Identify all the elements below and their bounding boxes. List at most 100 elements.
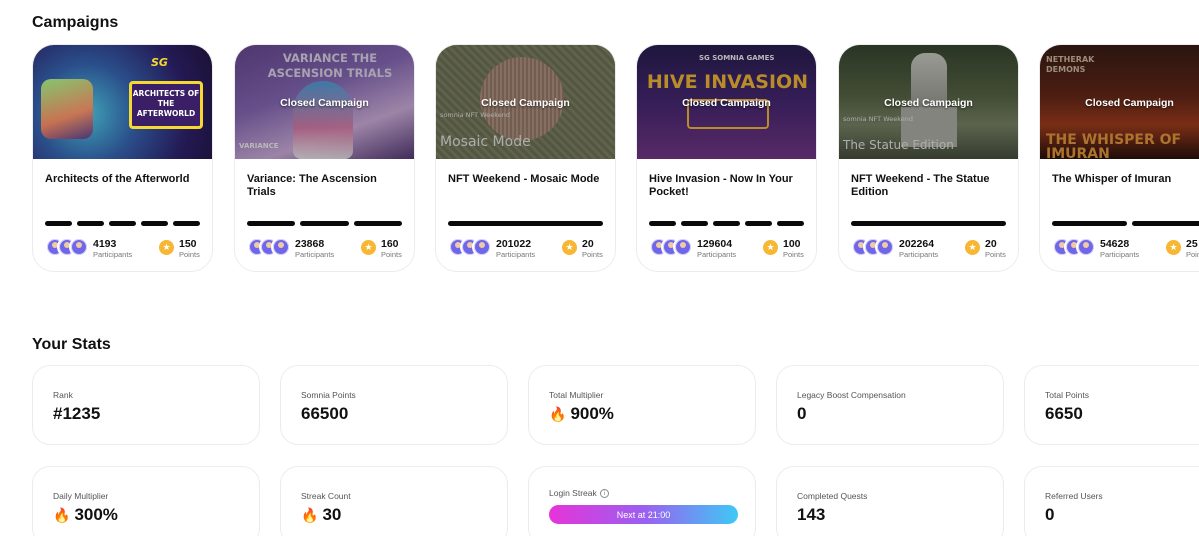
stat-card-daily-multiplier: Daily Multiplier 🔥 300% [32,466,260,536]
info-icon[interactable]: i [599,489,609,499]
points-count: 20 [985,238,997,250]
points-label: Points [582,250,603,259]
closed-campaign-label: Closed Campaign [682,97,771,109]
star-coin-icon: ★ [763,240,778,255]
stat-card-total-multiplier: Total Multiplier 🔥 900% [528,365,756,445]
campaign-image: NETHERAK DEMONS THE WHISPER OF IMURAN Cl… [1040,45,1199,159]
stat-label: Streak Count [301,491,351,501]
stat-label: Total Points [1045,390,1089,400]
star-coin-icon: ★ [361,240,376,255]
campaign-title: Variance: The Ascension Trials [247,173,377,198]
stat-card-total-points: Total Points 6650 [1024,365,1199,445]
progress-segment [77,221,104,226]
participants-label: Participants [697,250,737,259]
fire-icon: 🔥 [53,507,71,523]
stat-value: 0 [797,404,806,424]
campaign-card-hive-invasion[interactable]: HIVE INVASION SG SOMNIA GAMES Closed Cam… [636,44,817,272]
campaign-image: VARIANCE THE ASCENSION TRIALS VARIANCE C… [235,45,414,159]
campaign-footer: 4193 Participants ★ 150 Points [45,237,200,261]
campaign-card-variance[interactable]: VARIANCE THE ASCENSION TRIALS VARIANCE C… [234,44,415,272]
stat-card-completed-quests: Completed Quests 143 [776,466,1004,536]
stat-card-streak-count: Streak Count 🔥 30 [280,466,508,536]
points-count: 160 [381,238,399,250]
rank-value: #1235 [53,404,101,423]
progress-segment [851,221,1006,226]
progress-segment [1132,221,1199,226]
somnia-points-value: 66500 [301,404,349,423]
avatar [271,237,291,257]
campaign-progress [45,221,200,226]
campaign-footer: 23868 Participants ★ 160 Points [247,237,402,261]
campaign-card-mosaic[interactable]: somnia NFT Weekend Mosaic Mode Closed Ca… [435,44,616,272]
avatar [673,237,693,257]
campaign-progress [448,221,603,226]
progress-segment [353,221,402,226]
progress-segment [300,221,349,226]
points-count: 25 [1186,238,1198,250]
participant-avatars [45,237,91,257]
points-label: Points [783,250,804,259]
participant-avatars [851,237,897,257]
stat-card-legacy-boost: Legacy Boost Compensation 0 [776,365,1004,445]
avatar [472,237,492,257]
campaign-progress [247,221,402,226]
campaign-footer: 201022 Participants ★ 20 Points [448,237,603,261]
progress-segment [109,221,136,226]
points-label: Points [381,250,402,259]
sg-logo: SG [151,56,168,69]
total-points-value: 6650 [1045,404,1083,423]
campaign-footer: 129604 Participants ★ 100 Points [649,237,804,261]
fire-icon: 🔥 [549,406,567,422]
participants-label: Participants [295,250,335,259]
campaign-carousel[interactable]: ARCHITECTS OF THE AFTERWORLD SG Architec… [32,44,1199,274]
campaign-progress [649,221,804,226]
participant-avatars [1052,237,1098,257]
closed-campaign-label: Closed Campaign [884,97,973,109]
participant-avatars [448,237,494,257]
login-streak-label: Login Streak [549,488,597,498]
avatar [875,237,895,257]
campaigns-heading: Campaigns [32,14,119,31]
progress-segment [649,221,676,226]
participants-count: 201022 [496,238,532,250]
star-coin-icon: ★ [1166,240,1181,255]
campaign-card-statue[interactable]: somnia NFT Weekend The Statue Edition Cl… [838,44,1019,272]
campaign-progress [1052,221,1199,226]
progress-segment [1052,221,1127,226]
campaign-title: NFT Weekend - The Statue Edition [851,173,990,198]
campaign-title: The Whisper of Imuran [1052,173,1172,185]
stat-label: Total Multiplier [549,390,604,400]
points-label: Points [985,250,1006,259]
stat-value: 🔥 30 [301,505,341,525]
stat-label: Legacy Boost Compensation [797,390,906,400]
daily-multiplier-value: 300% [74,505,118,524]
stat-card-rank: Rank #1235 [32,365,260,445]
streak-count-value: 30 [322,505,342,524]
stat-card-login-streak: Login Streak i Next at 21:00 [528,466,756,536]
campaign-footer: 202264 Participants ★ 20 Points [851,237,1006,261]
campaign-title: Hive Invasion - Now In Your Pocket! [649,173,793,198]
stat-label: Somnia Points [301,390,356,400]
points-count: 150 [179,238,197,250]
stat-value: 6650 [1045,404,1083,424]
participant-avatars [649,237,695,257]
stat-label: Rank [53,390,73,400]
progress-segment [173,221,200,226]
total-multiplier-value: 900% [570,404,614,423]
points-count: 20 [582,238,594,250]
participants-count: 23868 [295,238,325,250]
stat-card-referred-users: Referred Users 0 [1024,466,1199,536]
campaign-progress [851,221,1006,226]
stat-label: Daily Multiplier [53,491,109,501]
star-coin-icon: ★ [562,240,577,255]
stat-value: 🔥 300% [53,505,118,525]
completed-quests-value: 143 [797,505,826,524]
participants-label: Participants [93,250,133,259]
campaign-card-whisper-of-imuran[interactable]: NETHERAK DEMONS THE WHISPER OF IMURAN Cl… [1039,44,1199,272]
participants-label: Participants [1100,250,1140,259]
star-coin-icon: ★ [965,240,980,255]
campaign-card-architects[interactable]: ARCHITECTS OF THE AFTERWORLD SG Architec… [32,44,213,272]
login-streak-button[interactable]: Next at 21:00 [549,505,738,524]
campaign-art-text: ARCHITECTS OF THE AFTERWORLD [132,89,200,118]
campaign-image: HIVE INVASION SG SOMNIA GAMES Closed Cam… [637,45,816,159]
